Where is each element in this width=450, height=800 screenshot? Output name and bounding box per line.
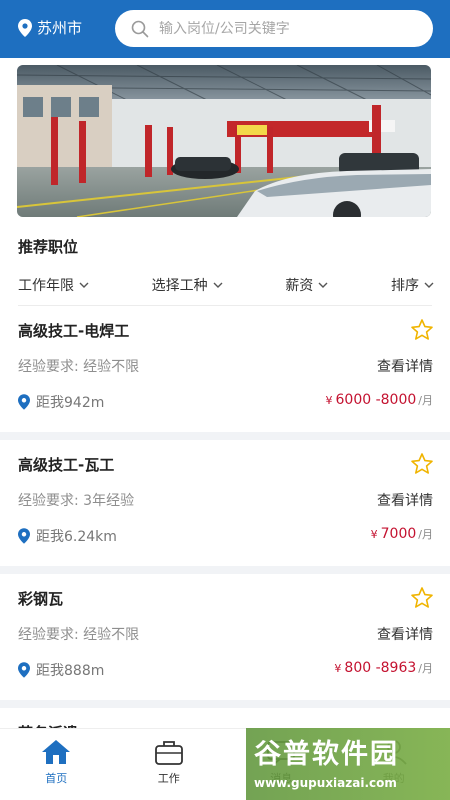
location-pin-icon — [18, 528, 30, 544]
job-card[interactable]: 彩钢瓦 经验要求: 经验不限 查看详情 距我888m ¥ 800 -8963 /… — [0, 574, 450, 700]
filter-sort[interactable]: 排序 — [391, 275, 434, 295]
section-title: 推荐职位 — [18, 238, 79, 256]
salary: ¥ 7000 /月 — [371, 526, 433, 542]
watermark-logo: 谷普软件园 www.gupuxiazai.com — [246, 728, 450, 800]
salary-amount: 800 -8963 — [344, 660, 417, 676]
star-icon[interactable] — [410, 586, 434, 610]
chevron-down-icon — [79, 282, 89, 288]
experience-requirement: 经验要求: 3年经验 — [18, 493, 135, 509]
filter-label: 选择工种 — [151, 278, 208, 294]
location-pin-icon — [18, 662, 30, 678]
chevron-down-icon — [318, 282, 328, 288]
home-icon — [42, 740, 71, 764]
filter-job-type[interactable]: 选择工种 — [152, 275, 223, 295]
job-card[interactable]: 高级技工-瓦工 经验要求: 3年经验 查看详情 距我6.24km ¥ 7000 … — [0, 440, 450, 566]
star-icon[interactable] — [410, 318, 434, 342]
salary-currency: ¥ — [370, 528, 378, 541]
experience-requirement: 经验要求: 经验不限 — [18, 627, 140, 643]
chevron-down-icon — [213, 282, 223, 288]
salary: ¥ 800 -8963 /月 — [334, 660, 433, 676]
search-input[interactable] — [159, 20, 409, 37]
experience-requirement: 经验要求: 经验不限 — [18, 359, 140, 375]
tab-label: 首页 — [45, 772, 68, 785]
search-icon — [131, 20, 149, 37]
job-title: 高级技工-电焊工 — [18, 322, 130, 340]
salary-currency: ¥ — [325, 394, 333, 407]
distance: 距我6.24km — [18, 526, 117, 546]
watermark-url: www.gupuxiazai.com — [254, 776, 397, 790]
filter-salary[interactable]: 薪资 — [285, 275, 328, 295]
location-pin-icon — [18, 18, 32, 37]
view-details-link[interactable]: 查看详情 — [377, 624, 433, 644]
salary-unit: /月 — [418, 394, 433, 407]
distance-text: 距我888m — [36, 663, 105, 679]
filter-bar: 工作年限 选择工种 薪资 排序 — [18, 275, 434, 295]
salary-unit: /月 — [418, 528, 433, 541]
location-pin-icon — [18, 394, 30, 410]
distance-text: 距我6.24km — [36, 529, 117, 545]
briefcase-icon — [154, 741, 183, 765]
salary-currency: ¥ — [334, 662, 342, 675]
view-details-link[interactable]: 查看详情 — [377, 490, 433, 510]
filter-label: 工作年限 — [18, 278, 74, 294]
distance-text: 距我942m — [36, 395, 105, 411]
chevron-down-icon — [424, 282, 434, 288]
salary-amount: 7000 — [380, 526, 417, 542]
top-header: 苏州市 — [0, 0, 450, 58]
job-title: 高级技工-瓦工 — [18, 456, 115, 474]
job-card[interactable]: 高级技工-电焊工 经验要求: 经验不限 查看详情 距我942m ¥ 6000 -… — [0, 306, 450, 432]
distance: 距我942m — [18, 392, 104, 412]
banner-image[interactable] — [17, 65, 431, 217]
tab-work[interactable]: 工作 — [113, 729, 226, 800]
filter-label: 薪资 — [285, 278, 314, 294]
star-icon[interactable] — [410, 452, 434, 476]
search-bar[interactable] — [115, 10, 433, 47]
salary: ¥ 6000 -8000 /月 — [326, 392, 433, 408]
watermark-title: 谷普软件园 — [254, 739, 399, 770]
tab-label: 工作 — [157, 772, 180, 785]
salary-amount: 6000 -8000 — [335, 392, 417, 408]
view-details-link[interactable]: 查看详情 — [377, 356, 433, 376]
filter-label: 排序 — [390, 278, 419, 294]
tab-home[interactable]: 首页 — [0, 729, 113, 800]
distance: 距我888m — [18, 660, 104, 680]
city-label: 苏州市 — [37, 19, 83, 37]
city-selector[interactable]: 苏州市 — [18, 17, 82, 38]
salary-unit: /月 — [418, 662, 433, 675]
filter-experience[interactable]: 工作年限 — [18, 275, 89, 295]
job-title: 彩钢瓦 — [18, 590, 64, 608]
